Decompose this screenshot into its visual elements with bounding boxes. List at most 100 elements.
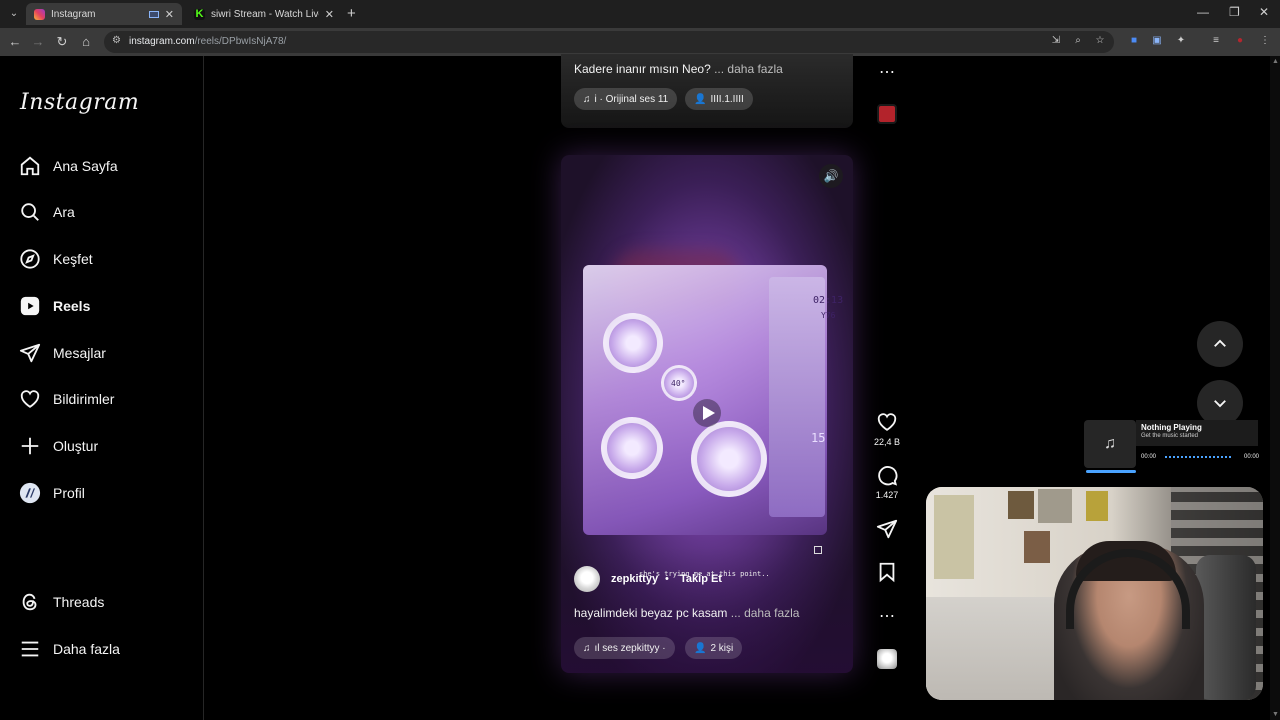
previous-reel-button[interactable] — [1197, 321, 1243, 367]
tab-instagram[interactable]: Instagram ✕ — [26, 3, 182, 25]
author-username[interactable]: zepkittyy — [611, 573, 658, 585]
instagram-favicon-icon — [34, 8, 45, 20]
sidebar-item-label: Threads — [53, 594, 105, 610]
more-link[interactable]: ... daha fazla — [714, 62, 783, 76]
sidebar-item-label: Keşfet — [53, 251, 93, 267]
previous-audio-thumbnail[interactable] — [877, 104, 897, 124]
video-screen-text: 15 — [811, 431, 826, 445]
home-browser-icon[interactable]: ⌂ — [78, 34, 94, 49]
tab-list-button[interactable]: ⌄ — [6, 6, 22, 22]
comment-button[interactable] — [876, 464, 898, 491]
sound-toggle-button[interactable]: 🔊 — [819, 164, 843, 188]
browser-menu-icon[interactable]: ⋮ — [1259, 35, 1271, 47]
sidebar-item-label: Profil — [53, 485, 85, 501]
url-text: instagram.com/reels/DPbwIsNjA78/ — [129, 36, 287, 47]
more-link[interactable]: ... daha fazla — [731, 606, 800, 620]
sidebar-item-create[interactable]: Oluştur — [18, 430, 188, 462]
close-window-icon[interactable]: ✕ — [1259, 5, 1269, 19]
video-fan — [603, 313, 663, 373]
webcam-poster — [1038, 489, 1072, 523]
music-info: Nothing Playing Get the music started — [1136, 420, 1258, 446]
restore-window-icon[interactable]: ❐ — [1229, 5, 1240, 19]
reload-icon[interactable]: ↻ — [54, 34, 70, 50]
install-app-icon[interactable]: ⇲ — [1050, 35, 1062, 47]
more-options-icon[interactable]: ⋯ — [876, 606, 898, 626]
tab-title: Instagram — [51, 8, 96, 20]
heart-icon — [18, 387, 42, 411]
chevron-down-icon — [1214, 400, 1226, 408]
send-icon — [18, 341, 42, 365]
sidebar-item-messages[interactable]: Mesajlar — [18, 337, 188, 369]
like-count[interactable]: 22,4 B — [867, 437, 907, 447]
reel-video[interactable]: 40° 02:13 Y76 15 🔊 she's trying me at th… — [561, 155, 853, 673]
browser-toolbar: ← → ↻ ⌂ ⚙ instagram.com/reels/DPbwIsNjA7… — [0, 28, 1280, 56]
page-scrollbar[interactable]: ▲ ▼ — [1270, 56, 1280, 720]
tagged-people-chip[interactable]: 👤 IIII.1.IIII — [685, 88, 753, 110]
avatar — [18, 481, 42, 505]
music-time-start: 00:00 — [1141, 454, 1157, 460]
sidebar-item-label: Daha fazla — [53, 641, 120, 657]
audio-chip[interactable]: ♫ i · Orijinal ses 11 — [574, 88, 678, 110]
video-fan — [601, 417, 663, 479]
extension-icon[interactable]: ■ — [1128, 35, 1140, 47]
comment-count[interactable]: 1.427 — [867, 490, 907, 500]
sidebar-item-profile[interactable]: Profil — [18, 477, 188, 509]
close-tab-icon[interactable]: ✕ — [165, 8, 174, 21]
sidebar-item-notifications[interactable]: Bildirimler — [18, 383, 188, 415]
previous-reel[interactable]: Kadere inanır mısın Neo? ... daha fazla … — [561, 54, 853, 128]
share-button[interactable] — [876, 518, 898, 545]
instagram-logo[interactable]: Instagram — [20, 90, 139, 115]
scroll-down-icon[interactable]: ▼ — [1272, 711, 1279, 718]
music-widget: ♫ Nothing Playing Get the music started … — [1084, 420, 1259, 473]
webcam-overlay — [926, 487, 1263, 700]
webcam-poster — [1086, 491, 1108, 521]
sidebar-item-home[interactable]: Ana Sayfa — [18, 150, 188, 182]
webcam-poster — [1008, 491, 1034, 519]
bookmark-star-icon[interactable]: ☆ — [1094, 35, 1106, 47]
captions-icon[interactable] — [814, 546, 822, 554]
back-icon[interactable]: ← — [7, 34, 23, 49]
new-tab-button[interactable]: + — [347, 5, 356, 22]
audio-chip[interactable]: ♫ ıl ses zepkittyy · — [574, 637, 675, 659]
sidebar-item-threads[interactable]: Threads — [18, 586, 188, 618]
video-screen-text: Y76 — [821, 311, 836, 320]
media-control-icon[interactable]: ≡ — [1210, 35, 1222, 47]
audio-thumbnail[interactable] — [877, 649, 897, 669]
picture-in-picture-icon — [148, 10, 159, 18]
close-tab-icon[interactable]: ✕ — [325, 8, 334, 21]
sidebar-item-explore[interactable]: Keşfet — [18, 243, 188, 275]
more-options-icon[interactable]: ⋯ — [876, 62, 898, 82]
sidebar-item-more[interactable]: Daha fazla — [18, 633, 188, 665]
sidebar-item-reels[interactable]: Reels — [18, 290, 188, 322]
play-icon[interactable] — [693, 399, 721, 427]
threads-icon — [18, 590, 42, 614]
site-info-icon[interactable]: ⚙ — [112, 35, 124, 47]
address-bar[interactable]: ⚙ instagram.com/reels/DPbwIsNjA78/ — [104, 31, 1114, 53]
profile-avatar-icon[interactable]: ● — [1234, 35, 1246, 47]
tagged-people-chip[interactable]: 👤 2 kişi — [685, 637, 743, 659]
comment-icon — [878, 466, 898, 486]
sidebar-item-search[interactable]: Ara — [18, 196, 188, 228]
sidebar-item-label: Reels — [53, 298, 91, 314]
follow-button[interactable]: Takip Et — [680, 573, 722, 585]
music-progress-bar — [1086, 470, 1136, 473]
chevron-up-icon — [1214, 339, 1226, 347]
zoom-icon[interactable]: ⌕ — [1072, 35, 1084, 47]
compass-icon — [18, 247, 42, 271]
reel-caption: hayalimdeki beyaz pc kasam ... daha fazl… — [574, 606, 800, 620]
webcam-poster — [1024, 531, 1050, 563]
music-note-icon: ♫ — [1084, 420, 1136, 468]
minimize-window-icon[interactable]: — — [1197, 5, 1209, 19]
like-button[interactable] — [876, 411, 898, 438]
extensions-puzzle-icon[interactable]: ✦ — [1175, 35, 1187, 47]
author-avatar[interactable] — [574, 566, 600, 592]
video-fan — [691, 421, 767, 497]
tab-kick-stream[interactable]: K siwri Stream - Watch Live on Ki ✕ — [186, 3, 342, 25]
bookmark-icon — [879, 562, 895, 583]
save-button[interactable] — [876, 561, 898, 588]
plus-icon — [18, 434, 42, 458]
translate-extension-icon[interactable]: ▣ — [1151, 35, 1163, 47]
scroll-up-icon[interactable]: ▲ — [1272, 58, 1279, 65]
kick-favicon-icon: K — [194, 7, 205, 20]
forward-icon[interactable]: → — [30, 34, 46, 49]
